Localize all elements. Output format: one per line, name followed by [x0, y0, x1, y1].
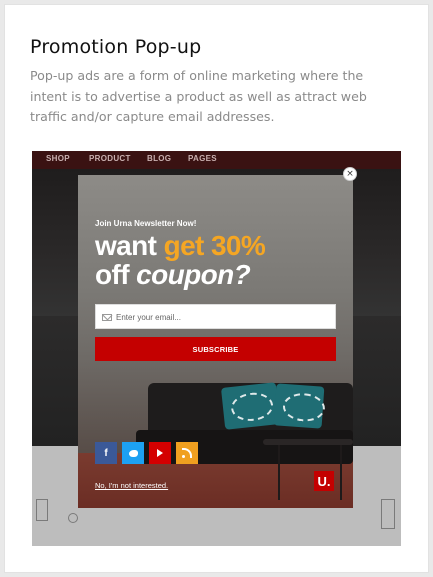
popup-pillow-image	[220, 382, 281, 430]
email-input[interactable]	[116, 309, 326, 325]
headline-text: want	[95, 230, 164, 261]
no-thanks-link[interactable]: No, I'm not interested.	[95, 481, 168, 490]
popup-headline-line1: want get 30%	[95, 230, 266, 261]
section-description: Pop-up ads are a form of online marketin…	[30, 68, 367, 124]
popup-kicker: Join Urna Newsletter Now!	[95, 219, 197, 228]
twitter-icon[interactable]	[122, 442, 144, 464]
rss-icon[interactable]	[176, 442, 198, 464]
nav-item-shop[interactable]: SHOP	[46, 154, 70, 163]
headline-italic: coupon?	[136, 259, 251, 290]
popup-table-leg	[278, 445, 280, 500]
close-icon[interactable]: ×	[343, 167, 357, 181]
newsletter-popup: Join Urna Newsletter Now! want get 30% o…	[78, 175, 353, 508]
envelope-icon	[102, 314, 112, 321]
decor-lamp-right	[381, 499, 395, 529]
nav-item-pages[interactable]: PAGES	[188, 154, 217, 163]
popup-headline-line2: off coupon?	[95, 259, 251, 290]
headline-highlight: get 30%	[163, 230, 266, 261]
nav-item-product[interactable]: PRODUCT	[89, 154, 131, 163]
popup-pillow-image	[273, 383, 325, 429]
preview-screenshot: SHOP PRODUCT BLOG PAGES Join Urna Newsle…	[32, 151, 401, 546]
subscribe-button[interactable]: SUBSCRIBE	[95, 337, 336, 361]
section-title: Promotion Pop-up	[30, 36, 202, 58]
decor-lamp-left	[36, 499, 48, 521]
facebook-icon[interactable]: f	[95, 442, 117, 464]
popup-table-leg	[340, 445, 342, 500]
brand-logo: U.	[314, 471, 334, 491]
headline-text: off	[95, 259, 137, 290]
nav-item-blog[interactable]: BLOG	[147, 154, 171, 163]
email-field[interactable]	[95, 304, 336, 329]
decor-plant	[68, 513, 78, 523]
youtube-icon[interactable]	[149, 442, 171, 464]
site-nav-bar: SHOP PRODUCT BLOG PAGES	[32, 151, 401, 169]
